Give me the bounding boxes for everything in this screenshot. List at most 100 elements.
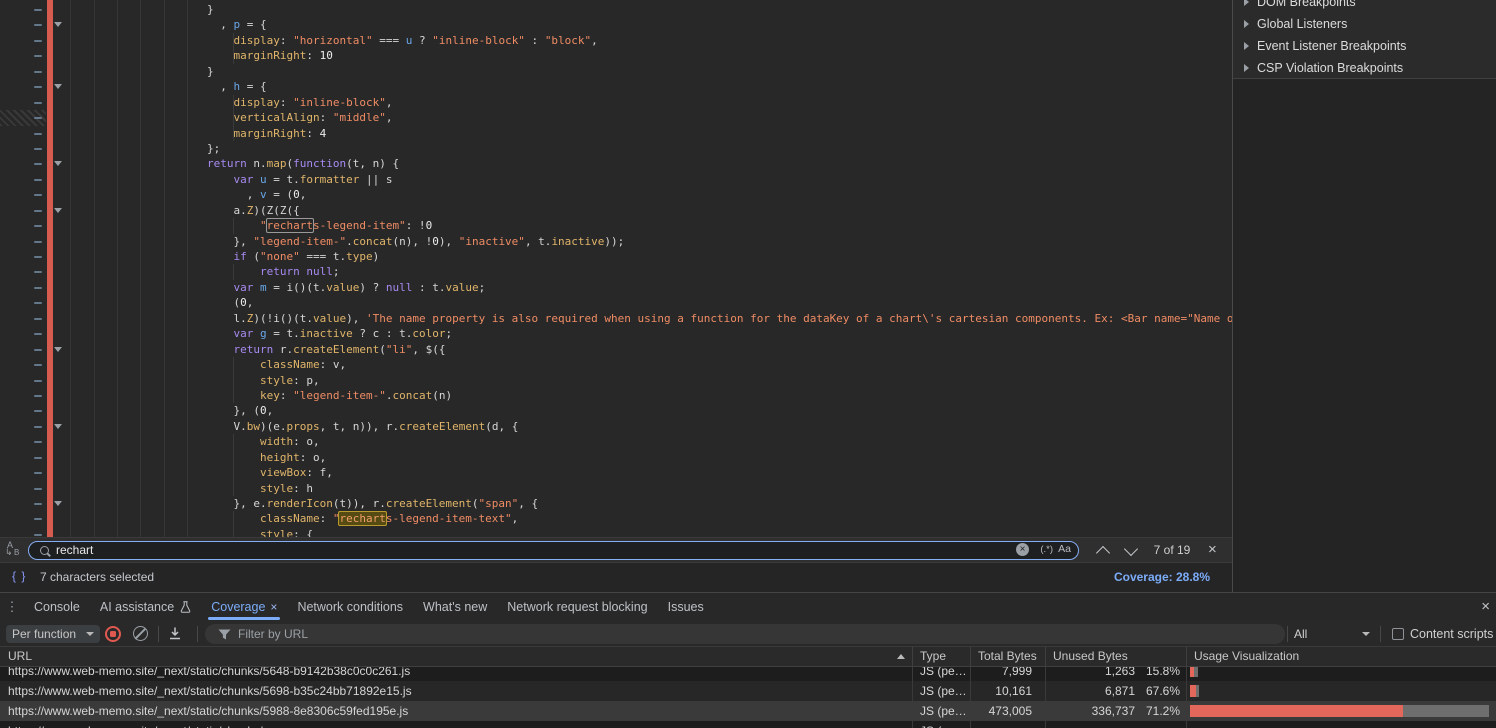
tab-close-icon[interactable]: ×: [270, 600, 277, 614]
line-marker-dash: [34, 441, 42, 443]
tab-network-request-blocking[interactable]: Network request blocking: [497, 593, 657, 621]
code-token: [207, 127, 234, 140]
code-token: return: [207, 157, 247, 170]
regex-toggle[interactable]: (.*): [1040, 544, 1053, 555]
table-row[interactable]: https://www.web-memo.site/_next/static/c…: [0, 667, 1496, 681]
tab-console[interactable]: Console: [24, 593, 90, 621]
column-header-url[interactable]: URL: [8, 649, 32, 663]
cell-type: JS (pe…: [920, 667, 966, 681]
cell-ub: [1045, 721, 1135, 728]
code-token: bw: [247, 420, 260, 433]
tab-network-conditions[interactable]: Network conditions: [287, 593, 413, 621]
sidebar-section-dom-breakpoints[interactable]: DOM Breakpoints: [1233, 0, 1496, 13]
code-token: , {: [518, 497, 538, 510]
replace-toggle-icon[interactable]: A ↳ B: [5, 541, 25, 560]
sidebar-section-global-listeners[interactable]: Global Listeners: [1233, 13, 1496, 35]
fold-toggle-icon[interactable]: [54, 161, 62, 166]
column-header-type[interactable]: Type: [920, 649, 946, 663]
fold-toggle-icon[interactable]: [54, 208, 62, 213]
coverage-table-header[interactable]: URL Type Total Bytes Unused Bytes Usage Visu…: [0, 647, 1496, 667]
table-row[interactable]: https://www.web-memo.site/_next/static/c…: [0, 721, 1496, 728]
type-filter-select[interactable]: All: [1294, 625, 1370, 643]
tab-label: AI assistance: [100, 600, 174, 614]
type-filter-label: All: [1294, 627, 1307, 641]
code-token: [207, 451, 260, 464]
code-token: || s: [359, 173, 392, 186]
code-token: viewBox: [260, 466, 306, 479]
cell-ub: 1,263: [1045, 667, 1135, 681]
code-token: :: [306, 49, 319, 62]
stop-recording-button[interactable]: [105, 626, 121, 642]
coverage-scope-select[interactable]: Per function: [6, 625, 100, 643]
find-previous-button[interactable]: [1096, 546, 1110, 560]
content-scripts-checkbox[interactable]: [1392, 628, 1404, 640]
code-token: value: [326, 281, 359, 294]
code-token: ,: [591, 34, 598, 47]
code-token: createElement: [399, 420, 485, 433]
coverage-percent-link[interactable]: Coverage: 28.8%: [1114, 570, 1210, 584]
find-close-button[interactable]: ×: [1208, 541, 1217, 558]
export-coverage-button[interactable]: [168, 626, 182, 640]
code-token: : p,: [293, 374, 320, 387]
fold-toggle-icon[interactable]: [54, 501, 62, 506]
code-line: marginRight: 10: [0, 48, 1232, 63]
code-line: var u = t.formatter || s: [0, 172, 1232, 187]
source-editor[interactable]: } , p = { display: "horizontal" === u ? …: [0, 0, 1232, 537]
url-filter-input[interactable]: Filter by URL: [205, 624, 1285, 644]
line-marker-dash: [34, 133, 42, 135]
tab-coverage[interactable]: Coverage×: [201, 593, 287, 621]
code-token: style: [260, 528, 293, 537]
code-token: "li": [386, 343, 413, 356]
line-marker-dash: [34, 410, 42, 412]
tab-whats-new[interactable]: What's new: [413, 593, 497, 621]
code-token: (: [207, 296, 240, 309]
clear-search-icon[interactable]: ×: [1016, 543, 1029, 556]
pretty-print-icon[interactable]: { }: [12, 569, 26, 583]
column-header-unused-bytes[interactable]: Unused Bytes: [1053, 649, 1128, 663]
column-header-usage-visualization[interactable]: Usage Visualization: [1194, 649, 1299, 663]
more-tabs-icon[interactable]: ⋮: [0, 593, 24, 621]
drawer-close-button[interactable]: ×: [1481, 598, 1490, 615]
clear-coverage-button[interactable]: [133, 626, 148, 641]
sidebar-section-event-listener-breakpoints[interactable]: Event Listener Breakpoints: [1233, 35, 1496, 57]
find-next-button[interactable]: [1124, 542, 1138, 556]
code-line: width: o,: [0, 434, 1232, 449]
code-token: 10: [320, 49, 333, 62]
match-case-toggle[interactable]: Aa: [1058, 543, 1071, 555]
cell-pct: 15.8%: [1136, 667, 1180, 681]
table-row[interactable]: https://www.web-memo.site/_next/static/c…: [0, 681, 1496, 701]
fold-toggle-icon[interactable]: [54, 22, 62, 27]
code-token: [207, 466, 260, 479]
line-marker-dash: [34, 534, 42, 536]
code-token: ;: [479, 281, 486, 294]
code-token: a.: [207, 204, 247, 217]
code-token: inactive: [551, 235, 604, 248]
code-token: [207, 435, 260, 448]
tab-issues[interactable]: Issues: [658, 593, 714, 621]
find-input[interactable]: [56, 542, 996, 558]
fold-toggle-icon[interactable]: [54, 84, 62, 89]
code-token: "inline-block": [432, 34, 525, 47]
chevron-right-icon: [1244, 20, 1249, 28]
tab-ai-assistance[interactable]: AI assistance: [90, 593, 201, 621]
used-bar-segment: [1403, 705, 1489, 717]
line-marker-dash: [34, 380, 42, 382]
fold-toggle-icon[interactable]: [54, 424, 62, 429]
code-token: return: [260, 265, 300, 278]
code-token: .: [346, 235, 353, 248]
tab-label: Network request blocking: [507, 600, 647, 614]
code-token: ): [373, 250, 380, 263]
fold-toggle-icon[interactable]: [54, 347, 62, 352]
code-token: (t)), r.: [333, 497, 386, 510]
code-token: [207, 173, 234, 186]
table-row[interactable]: https://www.web-memo.site/_next/static/c…: [0, 701, 1496, 721]
code-token: 4: [320, 127, 327, 140]
toolbar-divider: [1287, 626, 1288, 642]
code-token: = {: [240, 80, 267, 93]
code-token: type: [346, 250, 373, 263]
cell-url: https://www.web-memo.site/_next/static/c…: [8, 701, 904, 721]
sidebar-section-csp-violation-breakpoints[interactable]: CSP Violation Breakpoints: [1233, 57, 1496, 79]
column-header-total-bytes[interactable]: Total Bytes: [978, 649, 1037, 663]
code-token: = t.: [267, 327, 300, 340]
code-token: if: [234, 250, 247, 263]
